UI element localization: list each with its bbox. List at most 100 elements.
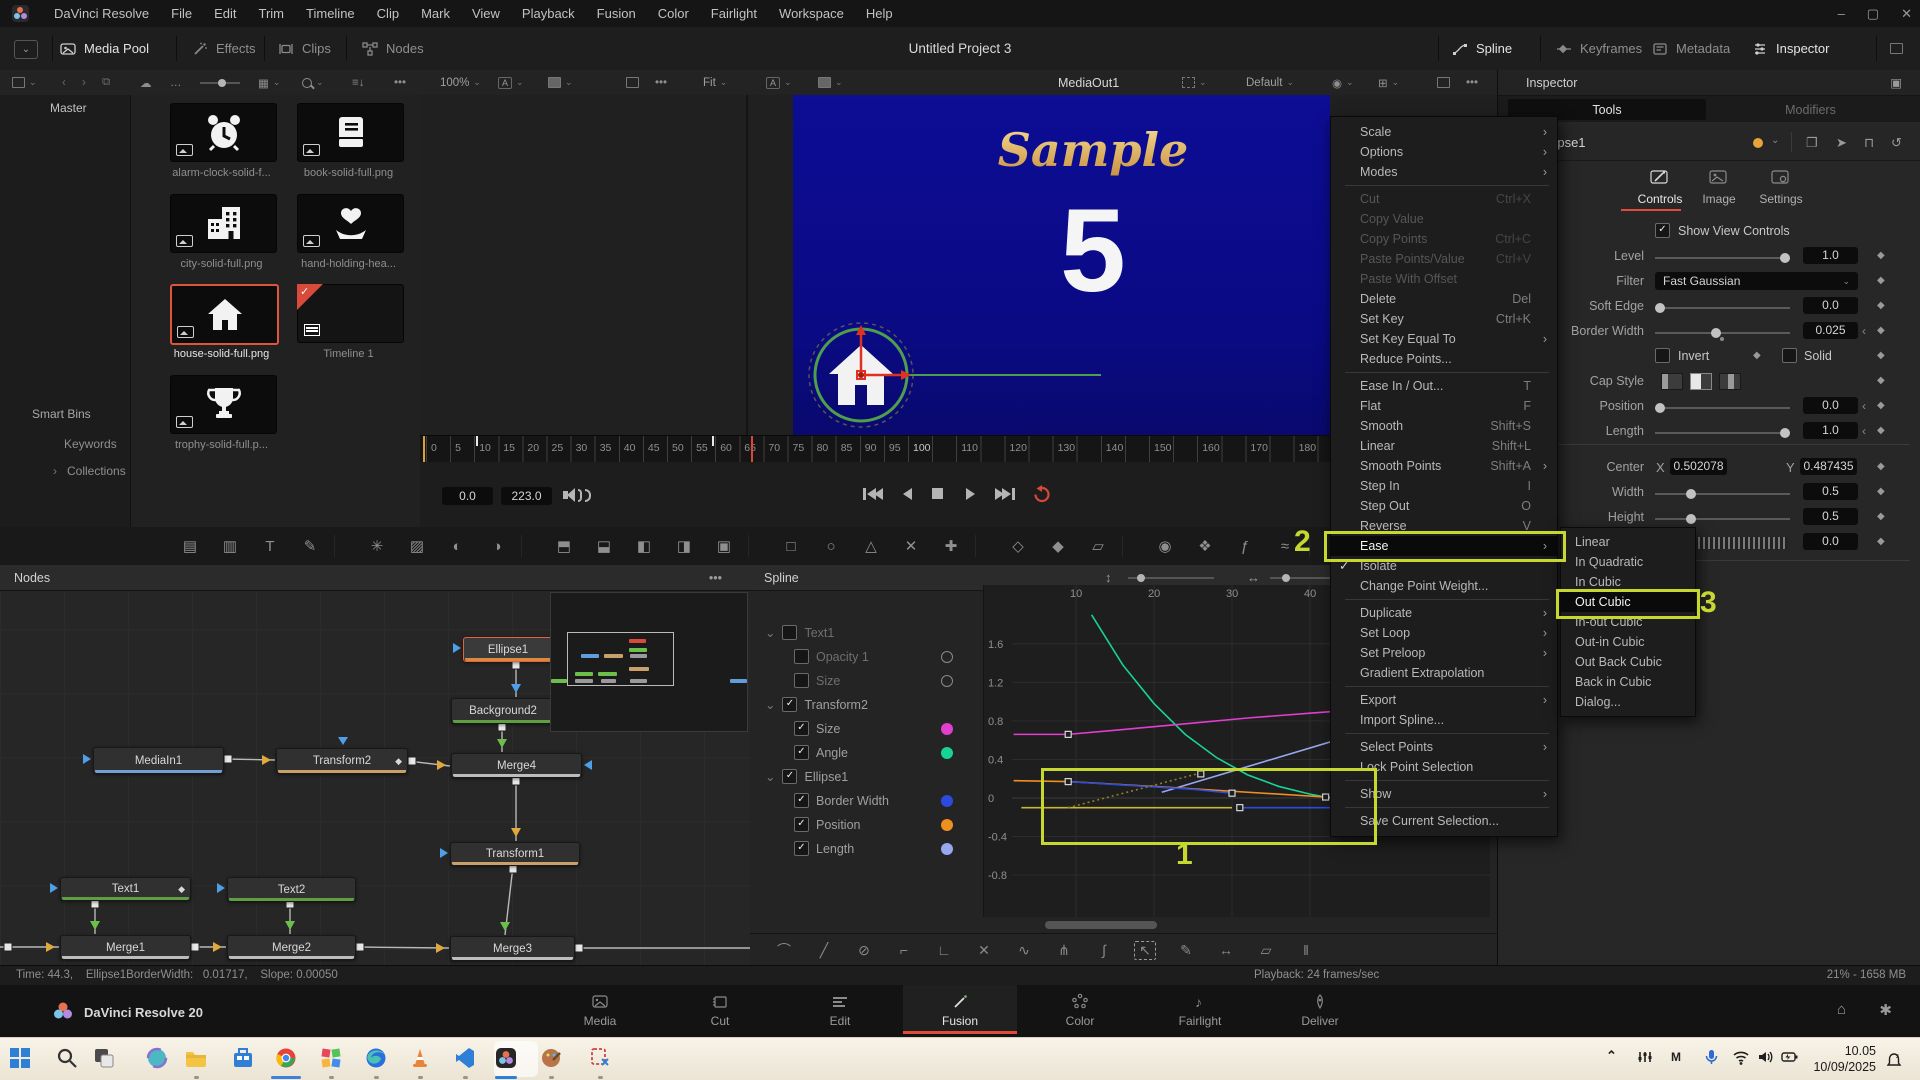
cap-style-option-1[interactable] [1690, 373, 1712, 390]
fusion-tool-icon-4-0[interactable]: ◇ [1007, 537, 1029, 555]
spline-tree-border-width-7[interactable]: ✓Border Width [794, 793, 889, 808]
spline-tree-position-8[interactable]: ✓Position [794, 817, 860, 832]
fusion-tool-icon-3-1[interactable]: ○ [820, 538, 842, 555]
spline-tool-icon-4[interactable]: ∟ [934, 942, 954, 958]
keyframe-diamond-icon[interactable]: ◆ [1877, 511, 1885, 522]
playhead[interactable] [751, 436, 753, 462]
toolbar-toggle-clips[interactable]: Clips [278, 27, 331, 70]
submenu-item-out-back-cubic[interactable]: Out Back Cubic [1561, 652, 1695, 672]
slider-handle[interactable] [1655, 303, 1665, 313]
sort-icon[interactable]: ≡↓ [352, 70, 364, 95]
menu-item-smooth[interactable]: SmoothShift+S [1331, 416, 1557, 436]
node-text1[interactable]: Text1◆ [60, 877, 191, 901]
viewer-3d-icon[interactable]: ◉⌄ [1332, 70, 1354, 95]
media-item-house-solid-full-png[interactable] [170, 284, 279, 345]
fusion-tool-icon-2-3[interactable]: ◨ [673, 537, 695, 555]
curve-checkbox[interactable]: ✓ [782, 769, 797, 784]
menu-item-step-in[interactable]: Step InI [1331, 476, 1557, 496]
menu-workspace[interactable]: Workspace [768, 6, 855, 21]
media-item-book-solid-full-png[interactable] [297, 103, 404, 162]
fusion-tool-icon-5-0[interactable]: ◉ [1154, 537, 1176, 555]
home-icon[interactable]: ⌂ [1837, 1001, 1846, 1018]
spline-hscrollbar[interactable] [1045, 921, 1157, 929]
value-field[interactable]: 0.5 [1803, 508, 1858, 525]
viewer-channel-icon[interactable]: ⌄ [548, 70, 573, 95]
toolbar-toggle-media-pool[interactable]: Media Pool [60, 27, 149, 70]
keyframe-diamond-icon[interactable]: ◆ [1877, 325, 1885, 336]
viewer2-channel-icon[interactable]: ⌄ [818, 70, 843, 95]
go-to-start-button[interactable] [863, 488, 883, 500]
cap-style-option-2[interactable] [1719, 373, 1741, 390]
curve-color-dot[interactable] [941, 723, 953, 735]
spline-tool-icon-6[interactable]: ∿ [1014, 942, 1034, 959]
fusion-tool-icon-3-0[interactable]: □ [780, 538, 802, 555]
fusion-tool-icon-0-1[interactable]: ▥ [219, 537, 241, 555]
taskbar-icon-taskview[interactable] [91, 1045, 117, 1071]
menu-davinci-resolve[interactable]: DaVinci Resolve [43, 6, 160, 21]
slider-handle[interactable] [1780, 428, 1790, 438]
keyframe-diamond-icon[interactable]: ◆ [1877, 486, 1885, 497]
taskbar-icon-edge[interactable] [363, 1045, 389, 1071]
node-mediain1[interactable]: MediaIn1 [93, 747, 224, 774]
grid-view-icon[interactable]: ▦⌄ [258, 70, 280, 95]
curve-checkbox[interactable]: ✓ [794, 721, 809, 736]
value-field[interactable]: 0.5 [1803, 483, 1858, 500]
slider-handle[interactable] [1780, 253, 1790, 263]
dropdown-filter[interactable]: Fast Gaussian⌄ [1655, 272, 1858, 290]
menu-item-set-preloop[interactable]: Set Preloop› [1331, 643, 1557, 663]
page-color[interactable]: Color [1035, 988, 1125, 1034]
menu-item-reduce-points[interactable]: Reduce Points... [1331, 349, 1557, 369]
bin-master[interactable]: Master [50, 101, 87, 115]
menu-item-export[interactable]: Export› [1331, 690, 1557, 710]
submenu-item-out-in-cubic[interactable]: Out-in Cubic [1561, 632, 1695, 652]
toolbar-toggle-keyframes[interactable]: Keyframes [1556, 27, 1642, 70]
tray-mic-icon[interactable] [1702, 1048, 1720, 1069]
value-field[interactable]: 0.0 [1803, 297, 1858, 314]
inspector-panel-icon[interactable]: ▣ [1890, 75, 1902, 90]
tray-chevron-icon[interactable]: ⌃ [1606, 1048, 1617, 1064]
curve-checkbox[interactable]: ✓ [794, 841, 809, 856]
menu-item-duplicate[interactable]: Duplicate› [1331, 603, 1557, 623]
menu-item-smooth-points[interactable]: Smooth PointsShift+A› [1331, 456, 1557, 476]
reset-icon[interactable]: ↺ [1891, 135, 1902, 151]
cap-style-option-0[interactable] [1661, 373, 1683, 390]
cloud-icon[interactable]: ☁ [140, 70, 152, 95]
curve-checkbox[interactable] [782, 625, 797, 640]
spline-tool-icon-3[interactable]: ⌐ [894, 942, 914, 958]
value-field[interactable]: 0.025 [1803, 322, 1858, 339]
viewer-gain-icon[interactable]: A⌄ [498, 70, 524, 95]
checkbox-show-view-controls[interactable]: ✓ [1655, 223, 1670, 238]
menu-item-set-key[interactable]: Set KeyCtrl+K [1331, 309, 1557, 329]
curve-checkbox[interactable] [794, 673, 809, 688]
page-media[interactable]: Media [555, 988, 645, 1034]
viewer2-options-icon[interactable]: ••• [1466, 70, 1478, 95]
layout-presets-icon[interactable] [1890, 36, 1903, 61]
slider-handle[interactable] [1655, 403, 1665, 413]
taskbar-icon-start[interactable] [7, 1045, 33, 1071]
spline-tool-icon-5[interactable]: ✕ [974, 942, 994, 959]
menu-view[interactable]: View [461, 6, 511, 21]
tab-modifiers[interactable]: Modifiers [1710, 99, 1911, 120]
spline-tool-icon-8[interactable]: ∫ [1094, 942, 1114, 958]
slider-height[interactable] [1655, 518, 1790, 520]
checkbox-solid[interactable] [1782, 348, 1797, 363]
slider-soft-edge[interactable] [1655, 307, 1790, 309]
fusion-tool-icon-1-3[interactable]: ◑ [486, 538, 508, 555]
page-deliver[interactable]: Deliver [1275, 988, 1365, 1034]
fusion-tool-icon-2-4[interactable]: ▣ [713, 537, 735, 555]
spline-vzoom-slider[interactable] [1128, 577, 1214, 579]
toolbar-toggle-inspector[interactable]: Inspector [1752, 27, 1829, 70]
menu-item-change-point-weight[interactable]: Change Point Weight... [1331, 576, 1557, 596]
slider-level[interactable] [1655, 257, 1790, 259]
submenu-item-linear[interactable]: Linear [1561, 532, 1695, 552]
curve-color-dot[interactable] [941, 795, 953, 807]
taskbar-icon-paint[interactable] [538, 1045, 564, 1071]
bin-sidebar-toggle-icon[interactable]: ⌄ [12, 70, 37, 95]
spline-tree-angle-5[interactable]: ✓Angle [794, 745, 848, 760]
menu-item-set-loop[interactable]: Set Loop› [1331, 623, 1557, 643]
keyframe-diamond-icon[interactable]: ◆ [1877, 536, 1885, 547]
fusion-tool-icon-1-2[interactable]: ◐ [446, 538, 468, 555]
mute-audio-icon[interactable] [563, 488, 591, 502]
fusion-tool-icon-3-3[interactable]: ✕ [900, 537, 922, 555]
media-pool-options-icon[interactable]: ••• [394, 70, 406, 95]
